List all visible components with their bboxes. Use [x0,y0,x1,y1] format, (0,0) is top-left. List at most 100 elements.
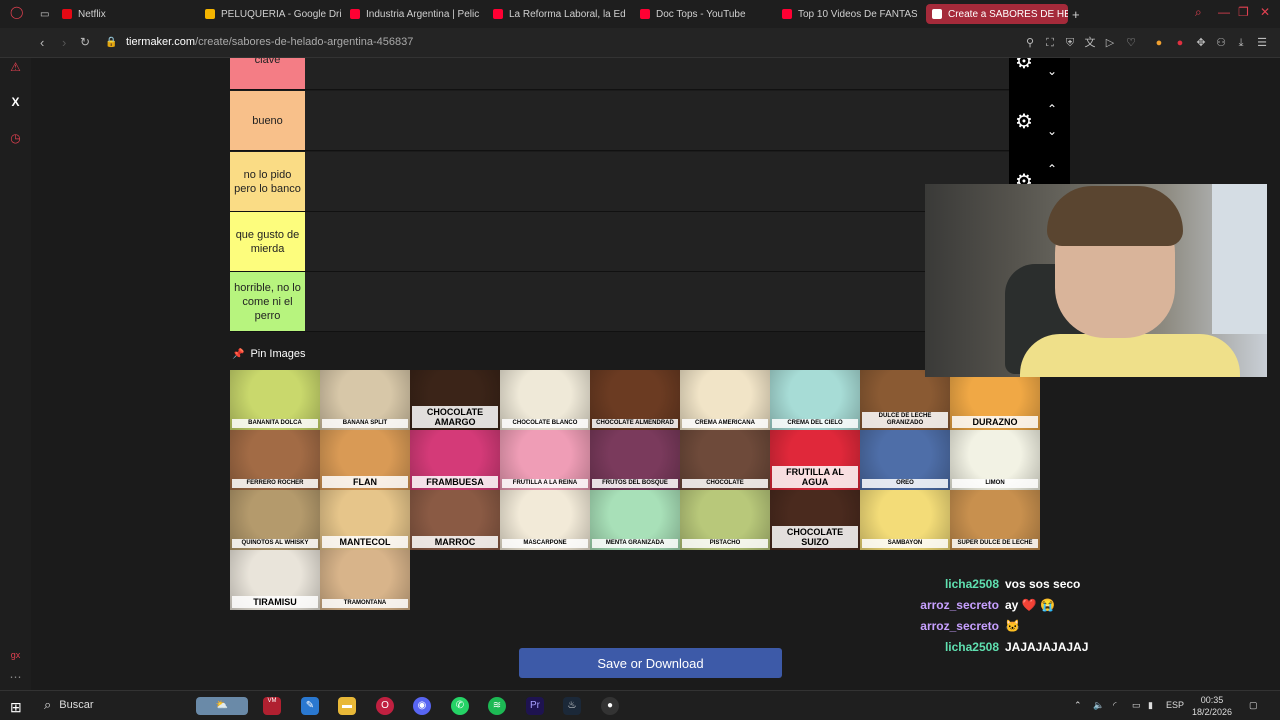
flavor-card[interactable]: FRUTOS DEL BOSQUE [590,430,680,490]
discord-icon[interactable]: ◉ [413,697,431,715]
flavor-card[interactable]: FRAMBUESA [410,430,500,490]
reload-button[interactable]: ↻ [80,35,90,49]
flavor-card[interactable]: MASCARPONE [500,490,590,550]
voicemeeter-icon[interactable]: VM [263,697,281,715]
search-tabs-icon[interactable]: ⌕ [1195,5,1202,20]
tier-row[interactable]: clave [230,58,1009,90]
chevron-down-icon[interactable]: ⌄ [1045,124,1059,138]
tier-label[interactable]: no lo pido pero lo banco [230,152,305,211]
flavor-card[interactable]: SAMBAYON [860,490,950,550]
pin-icon[interactable]: ⚲ [1024,37,1036,49]
mic-icon[interactable]: ▮ [1148,700,1153,711]
chevron-up-icon[interactable]: ⌃ [1045,162,1059,176]
steam-icon[interactable]: ♨ [563,697,581,715]
notification-icon[interactable]: ▢ [1249,700,1258,711]
tier-row[interactable]: que gusto de mierda [230,212,1009,272]
tab-2[interactable]: Industria Argentina | Pelic [350,4,485,24]
tier-label[interactable]: horrible, no lo come ni el perro [230,272,305,331]
network-icon[interactable]: ◜ [1113,700,1117,711]
back-button[interactable]: ‹ [40,35,44,50]
tab-0[interactable]: Netflix [62,4,192,24]
opera-logo-icon[interactable]: ◯ [10,5,23,19]
flavor-card[interactable]: CHOCOLATE SUIZO [770,490,860,550]
shield-icon[interactable]: ⛨ [1064,37,1076,49]
flavor-card[interactable]: MANTECOL [320,490,410,550]
snapshot-icon[interactable]: ⛶ [1044,37,1056,49]
tray-chevron-icon[interactable]: ⌃ [1074,700,1082,711]
history-icon[interactable]: ◷ [8,131,23,146]
minimize-button[interactable]: — [1218,5,1230,19]
save-download-button[interactable]: Save or Download [519,648,782,678]
aria-icon[interactable]: ⚠ [8,60,23,75]
flavor-card[interactable]: OREO [860,430,950,490]
play-icon[interactable]: ▷ [1104,37,1116,49]
battery-icon[interactable]: ▭ [1132,700,1141,711]
tab-3[interactable]: La Reforma Laboral, la Ed [493,4,628,24]
tab-overview-icon[interactable]: ▭ [40,4,49,24]
close-window-button[interactable]: ✕ [1260,5,1270,19]
gx-icon[interactable]: gx [8,648,23,663]
opera-icon[interactable]: O [376,697,394,715]
tier-row[interactable]: horrible, no lo come ni el perro [230,272,1009,332]
folder-icon[interactable]: ▬ [338,697,356,715]
tier-row[interactable]: bueno [230,91,1009,151]
extension-icon[interactable]: ● [1174,37,1186,49]
tier-row[interactable]: no lo pido pero lo banco [230,152,1009,212]
flavor-card[interactable]: DURAZNO [950,370,1040,430]
flavor-card[interactable]: MENTA GRANIZADA [590,490,680,550]
tab-1[interactable]: PELUQUERIA - Google Dri [205,4,345,24]
menu-icon[interactable]: ☰ [1256,37,1268,49]
flavor-card[interactable]: CHOCOLATE AMARGO [410,370,500,430]
heart-icon[interactable]: ♡ [1125,37,1137,49]
url-field[interactable]: tiermaker.com/create/sabores-de-helado-a… [126,36,413,48]
tier-label[interactable]: bueno [230,91,305,150]
speaker-icon[interactable]: 🔈 [1093,700,1104,711]
whatsapp-icon[interactable]: ✆ [451,697,469,715]
flavor-card[interactable]: FRUTILLA AL AGUA [770,430,860,490]
chevron-up-icon[interactable]: ⌃ [1045,102,1059,116]
flavor-card[interactable]: BANANA SPLIT [320,370,410,430]
flavor-card[interactable]: QUINOTOS AL WHISKY [230,490,320,550]
flavor-card[interactable]: FRUTILLA A LA REINA [500,430,590,490]
flavor-card[interactable]: CHOCOLATE BLANCO [500,370,590,430]
flavor-card[interactable]: TRAMONTANA [320,550,410,610]
gear-icon[interactable]: ⚙ [1014,112,1034,132]
premiere-icon[interactable]: Pr [526,697,544,715]
forward-button[interactable]: › [62,35,66,50]
weather-widget-icon[interactable]: ⛅ [196,697,248,715]
tier-label[interactable]: clave [230,58,305,89]
windows-start-icon[interactable]: ⊞ [10,699,22,716]
download-icon[interactable]: ⤓ [1235,37,1247,49]
taskbar-search[interactable]: ⌕ Buscar [44,697,94,713]
gear-icon[interactable]: ⚙ [1014,58,1034,72]
clock[interactable]: 00:35 18/2/2026 [1190,694,1234,718]
obs-icon[interactable]: ● [601,697,619,715]
tier-label[interactable]: que gusto de mierda [230,212,305,271]
flavor-card[interactable]: MARROC [410,490,500,550]
more-icon[interactable]: ⋯ [8,670,23,685]
chevron-down-icon[interactable]: ⌄ [1045,64,1059,78]
profile-icon[interactable]: ⚇ [1215,37,1227,49]
flavor-card[interactable]: FERRERO ROCHER [230,430,320,490]
paint-icon[interactable]: ✎ [301,697,319,715]
flavor-card[interactable]: CHOCOLATE ALMENDRAD [590,370,680,430]
flavor-card[interactable]: CREMA DEL CIELO [770,370,860,430]
flavor-card[interactable]: DULCE DE LECHE GRANIZADO [860,370,950,430]
new-tab-button[interactable]: + [1072,4,1080,24]
tab-4[interactable]: Doc Tops - YouTube [640,4,775,24]
x-icon[interactable]: X [8,95,23,110]
puzzle-icon[interactable]: ✥ [1195,37,1207,49]
flavor-card[interactable]: PISTACHO [680,490,770,550]
tab-5[interactable]: Top 10 Videos De FANTAS [782,4,917,24]
maximize-button[interactable]: ❐ [1238,5,1249,19]
flavor-card[interactable]: CHOCOLATE [680,430,770,490]
flavor-card[interactable]: LIMON [950,430,1040,490]
flavor-card[interactable]: SUPER DULCE DE LECHE [950,490,1040,550]
spotify-icon[interactable]: ≋ [488,697,506,715]
translate-icon[interactable]: 文 [1084,37,1096,49]
tab-6[interactable]: Create a SABORES DE HEl✕ [926,4,1068,24]
flavor-card[interactable]: BANANITA DOLCA [230,370,320,430]
extension-icon[interactable]: ● [1153,37,1165,49]
flavor-card[interactable]: CREMA AMERICANA [680,370,770,430]
language-indicator[interactable]: ESP [1166,700,1184,710]
